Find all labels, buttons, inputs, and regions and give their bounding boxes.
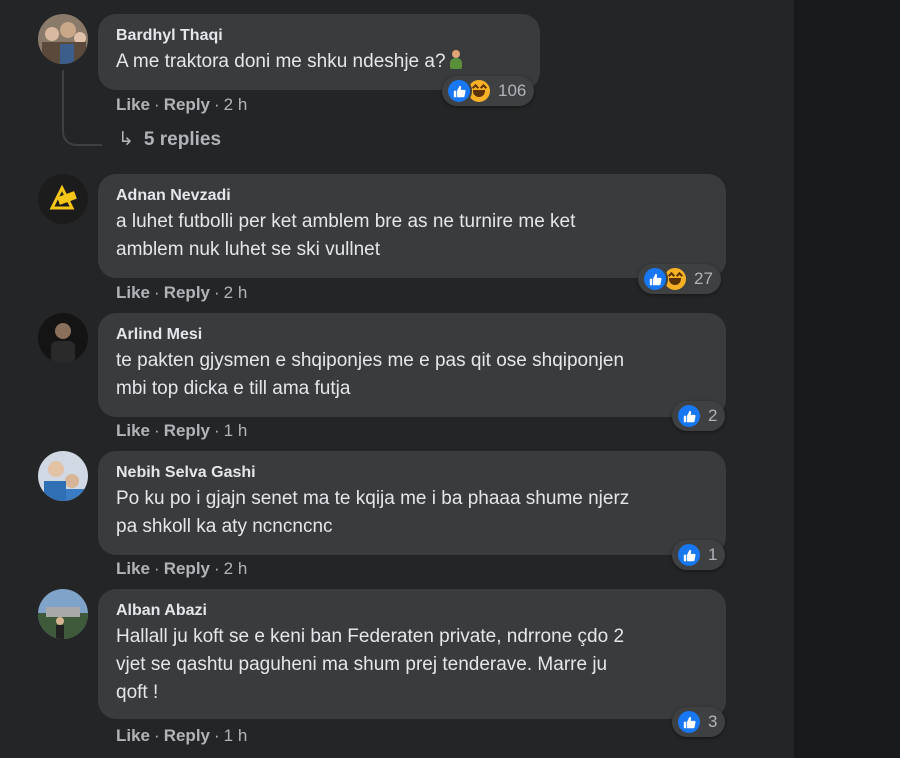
comment-actions: Like · Reply · 2 h bbox=[116, 559, 248, 578]
comment-bubble: Alban Abazi Hallall ju koft se e keni ba… bbox=[98, 589, 726, 719]
avatar[interactable] bbox=[38, 14, 88, 64]
avatar[interactable] bbox=[38, 451, 88, 501]
comment-author[interactable]: Nebih Selva Gashi bbox=[116, 463, 708, 483]
comment-line: qoft ! bbox=[116, 682, 159, 703]
avatar[interactable] bbox=[38, 589, 88, 639]
comment-line: Po ku po i gjajn senet ma te kqija me i … bbox=[116, 488, 630, 509]
like-button[interactable]: Like bbox=[116, 726, 150, 745]
comment-text: Po ku po i gjajn senet ma te kqija me i … bbox=[116, 485, 708, 541]
person-gesturing-icon bbox=[449, 50, 463, 70]
reaction-count: 2 bbox=[708, 406, 718, 425]
like-icon bbox=[446, 78, 472, 104]
comment-text: a luhet futbolli per ket amblem bre as n… bbox=[116, 208, 708, 264]
comment-line: vjet se qashtu paguheni ma shum prej ten… bbox=[116, 654, 608, 675]
comment-bubble: Adnan Nevzadi a luhet futbolli per ket a… bbox=[98, 174, 726, 278]
like-button[interactable]: Like bbox=[116, 559, 150, 578]
like-icon bbox=[642, 266, 668, 292]
like-button[interactable]: Like bbox=[116, 421, 150, 440]
comment-author[interactable]: Arlind Mesi bbox=[116, 325, 708, 345]
comment-actions: Like · Reply · 1 h bbox=[116, 421, 248, 440]
reaction-summary[interactable]: 1 bbox=[672, 540, 726, 570]
like-button[interactable]: Like bbox=[116, 283, 150, 302]
comment-text: Hallall ju koft se e keni ban Federaten … bbox=[116, 623, 708, 707]
page-sidebar-background bbox=[794, 0, 900, 758]
reaction-summary[interactable]: 3 bbox=[672, 707, 726, 737]
comment-text: te pakten gjysmen e shqiponjes me e pas … bbox=[116, 347, 708, 403]
comment-line: A me traktora doni me shku ndeshje a? bbox=[116, 51, 446, 72]
comment-timestamp[interactable]: 2 h bbox=[224, 95, 248, 114]
reaction-summary[interactable]: 2 bbox=[672, 401, 726, 431]
comments-panel: Bardhyl Thaqi A me traktora doni me shku… bbox=[0, 0, 794, 758]
comment-text: A me traktora doni me shku ndeshje a? bbox=[116, 48, 522, 76]
comment-timestamp[interactable]: 2 h bbox=[224, 283, 248, 302]
replies-count: 5 replies bbox=[143, 129, 222, 150]
reply-button[interactable]: Reply bbox=[164, 421, 210, 440]
reaction-summary[interactable]: 106 bbox=[442, 76, 535, 106]
avatar[interactable] bbox=[38, 174, 88, 224]
comment-author[interactable]: Bardhyl Thaqi bbox=[116, 26, 522, 46]
reply-button[interactable]: Reply bbox=[164, 559, 210, 578]
like-icon bbox=[676, 542, 702, 568]
thread-connector bbox=[62, 70, 102, 146]
comment-author[interactable]: Alban Abazi bbox=[116, 601, 708, 621]
reaction-count: 27 bbox=[694, 269, 713, 288]
reaction-count: 106 bbox=[498, 81, 527, 100]
comment-line: amblem nuk luhet se ski vullnet bbox=[116, 239, 381, 260]
comment-actions: Like · Reply · 2 h bbox=[116, 95, 248, 114]
comment-timestamp[interactable]: 1 h bbox=[224, 726, 248, 745]
comment-timestamp[interactable]: 2 h bbox=[224, 559, 248, 578]
like-button[interactable]: Like bbox=[116, 95, 150, 114]
reply-arrow-icon: ↳ bbox=[118, 129, 134, 150]
avatar[interactable] bbox=[38, 313, 88, 363]
reaction-count: 1 bbox=[708, 545, 718, 564]
comment-line: te pakten gjysmen e shqiponjes me e pas … bbox=[116, 350, 625, 371]
comment-actions: Like · Reply · 1 h bbox=[116, 726, 248, 745]
view-replies-link[interactable]: ↳ 5 replies bbox=[118, 128, 221, 152]
like-icon bbox=[676, 709, 702, 735]
reaction-count: 3 bbox=[708, 712, 718, 731]
reaction-summary[interactable]: 27 bbox=[638, 264, 721, 294]
comment-actions: Like · Reply · 2 h bbox=[116, 283, 248, 302]
comment-line: mbi top dicka e till ama futja bbox=[116, 378, 351, 399]
like-icon bbox=[676, 403, 702, 429]
comment-timestamp[interactable]: 1 h bbox=[224, 421, 248, 440]
reply-button[interactable]: Reply bbox=[164, 95, 210, 114]
reply-button[interactable]: Reply bbox=[164, 726, 210, 745]
comment-bubble: Arlind Mesi te pakten gjysmen e shqiponj… bbox=[98, 313, 726, 417]
comment-line: pa shkoll ka aty ncncncnc bbox=[116, 516, 333, 537]
reply-button[interactable]: Reply bbox=[164, 283, 210, 302]
comment-line: a luhet futbolli per ket amblem bre as n… bbox=[116, 211, 576, 232]
comment-line: Hallall ju koft se e keni ban Federaten … bbox=[116, 626, 625, 647]
comment-author[interactable]: Adnan Nevzadi bbox=[116, 186, 708, 206]
comment-bubble: Nebih Selva Gashi Po ku po i gjajn senet… bbox=[98, 451, 726, 555]
